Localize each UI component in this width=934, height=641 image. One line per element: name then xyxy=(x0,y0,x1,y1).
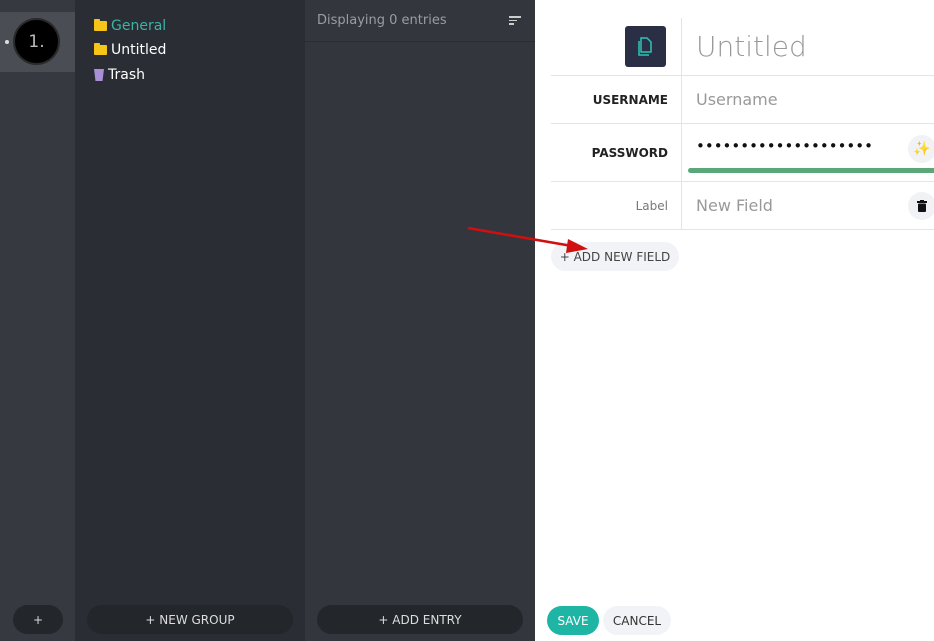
password-strength-bar xyxy=(688,168,934,173)
username-row: USERNAME Username xyxy=(551,76,934,124)
password-input[interactable]: •••••••••••••••••••• ✨ xyxy=(681,124,934,181)
username-input[interactable]: Username xyxy=(681,76,934,123)
sort-icon[interactable] xyxy=(509,16,521,25)
title-row: Untitled xyxy=(551,18,934,76)
red-arrow-annotation xyxy=(467,226,588,253)
entry-editor: Untitled USERNAME Username PASSWORD ••••… xyxy=(535,0,934,641)
trash-icon xyxy=(94,69,104,81)
folder-icon xyxy=(94,43,107,55)
entries-count: Displaying 0 entries xyxy=(317,13,447,28)
entries-header: Displaying 0 entries xyxy=(305,0,535,42)
new-group-button[interactable]: + NEW GROUP xyxy=(87,605,293,634)
magic-wand-icon[interactable]: ✨ xyxy=(908,135,934,163)
group-trash[interactable]: Trash xyxy=(94,67,145,83)
archive-avatar: 1. xyxy=(13,18,60,65)
active-dot xyxy=(5,40,9,44)
password-value: •••••••••••••••••••• xyxy=(696,137,873,155)
custom-field-row: Label New Field xyxy=(551,182,934,230)
archive-item[interactable]: 1. xyxy=(0,12,75,72)
group-label: Trash xyxy=(108,67,145,83)
custom-field-placeholder: New Field xyxy=(696,196,773,215)
password-row: PASSWORD •••••••••••••••••••• ✨ xyxy=(551,124,934,182)
add-archive-button[interactable]: + xyxy=(13,605,63,634)
entries-panel: Displaying 0 entries + ADD ENTRY xyxy=(305,0,535,641)
group-general[interactable]: General xyxy=(94,18,166,34)
username-label: USERNAME xyxy=(592,92,668,107)
archives-sidebar: 1. + xyxy=(0,0,75,641)
group-untitled[interactable]: Untitled xyxy=(94,42,166,58)
delete-field-icon[interactable] xyxy=(908,191,934,220)
archive-label: 1. xyxy=(28,31,45,52)
folder-icon xyxy=(94,19,107,31)
group-label: Untitled xyxy=(111,42,167,58)
password-label: PASSWORD xyxy=(591,145,668,160)
save-button[interactable]: SAVE xyxy=(547,606,599,635)
cancel-button[interactable]: CANCEL xyxy=(603,606,671,635)
custom-field-input[interactable]: New Field xyxy=(681,182,934,229)
groups-panel: General Untitled Trash + NEW GROUP xyxy=(75,0,305,641)
entry-file-icon[interactable] xyxy=(625,26,666,67)
group-label: General xyxy=(111,18,167,34)
title-input[interactable]: Untitled xyxy=(681,18,934,75)
add-entry-button[interactable]: + ADD ENTRY xyxy=(317,605,523,634)
